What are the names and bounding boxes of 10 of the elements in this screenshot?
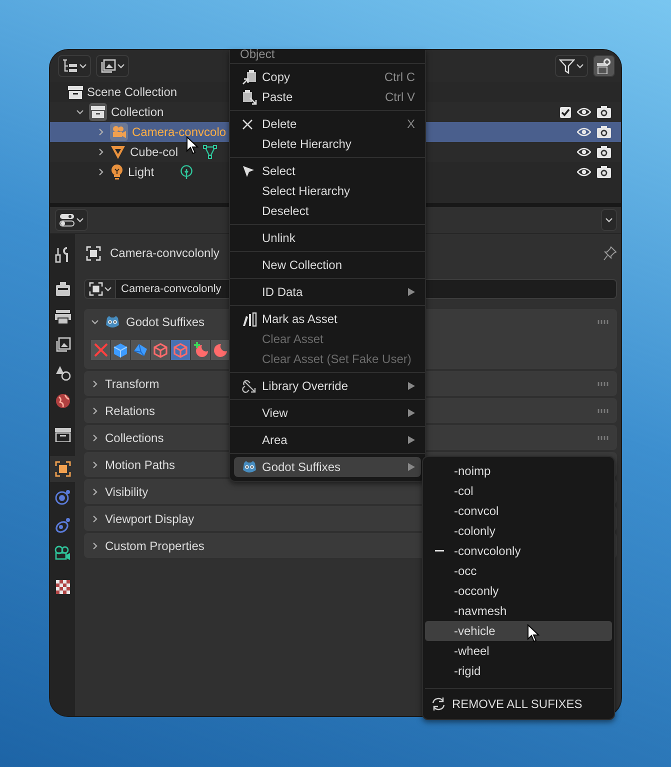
object-name: Light (128, 165, 154, 179)
shortcut-text: Ctrl C (384, 70, 415, 84)
object-name: Camera-convcolonly (110, 246, 220, 260)
object-name: Collection (111, 105, 164, 119)
shortcut-text: X (406, 117, 415, 131)
menu-title: Object (239, 50, 276, 60)
object-name: Scene Collection (87, 85, 178, 99)
shortcut-text: Ctrl V (385, 90, 415, 104)
object-name: Camera-convcolo (132, 125, 226, 139)
object-name: Cube-col (130, 145, 178, 159)
